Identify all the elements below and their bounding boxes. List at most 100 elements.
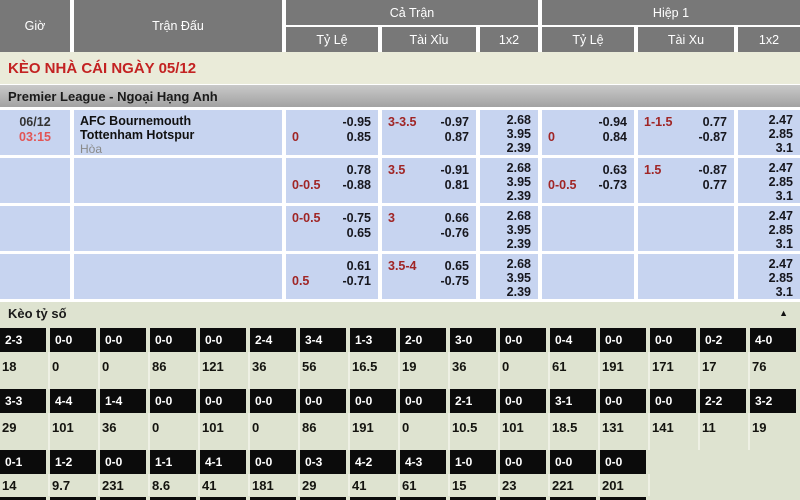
score-cell[interactable]: 4-2 bbox=[350, 450, 396, 474]
score-cell[interactable]: 0-0 bbox=[500, 450, 546, 474]
h1-handicap-odds[interactable] bbox=[542, 254, 634, 299]
score-cell[interactable]: 0-4 bbox=[550, 328, 596, 352]
score-cell[interactable]: 2-0 bbox=[400, 328, 446, 352]
score-odd[interactable]: 36 bbox=[450, 352, 500, 389]
score-odd[interactable]: 8.6 bbox=[150, 474, 200, 496]
score-cell[interactable]: 0-0 bbox=[200, 389, 246, 413]
score-odd[interactable]: 41 bbox=[350, 474, 400, 496]
score-odd[interactable]: 101 bbox=[500, 413, 550, 450]
score-odd[interactable]: 101 bbox=[200, 413, 250, 450]
h1-1x2-odds[interactable]: 2.472.853.1 bbox=[738, 206, 800, 251]
h1-overunder-odds[interactable] bbox=[638, 254, 734, 299]
h1-handicap-odds[interactable] bbox=[542, 206, 634, 251]
h1-handicap-odds[interactable]: -0.9400.84 bbox=[542, 110, 634, 155]
ft-1x2-odds[interactable]: 2.683.952.39 bbox=[480, 158, 538, 203]
score-cell[interactable]: 0-1 bbox=[0, 450, 46, 474]
score-odd[interactable]: 56 bbox=[300, 352, 350, 389]
h1-overunder-odds[interactable]: 1-1.50.77-0.87 bbox=[638, 110, 734, 155]
score-odd[interactable]: 9.7 bbox=[50, 474, 100, 496]
score-odd[interactable]: 221 bbox=[550, 474, 600, 496]
score-cell[interactable]: 0-0 bbox=[150, 328, 196, 352]
score-cell[interactable]: 2-1 bbox=[450, 389, 496, 413]
h1-overunder-odds[interactable] bbox=[638, 206, 734, 251]
score-cell[interactable]: 3-3 bbox=[0, 389, 46, 413]
score-odd[interactable]: 0 bbox=[150, 413, 200, 450]
collapse-arrow-icon[interactable]: ▲ bbox=[779, 308, 788, 318]
score-cell[interactable]: 0-0 bbox=[100, 328, 146, 352]
score-odd[interactable]: 15 bbox=[450, 474, 500, 496]
score-cell[interactable]: 0-0 bbox=[500, 389, 546, 413]
ft-overunder-odds[interactable]: 3.5-0.910.81 bbox=[382, 158, 476, 203]
score-odd[interactable]: 19 bbox=[750, 413, 800, 450]
score-cell[interactable]: 0-0 bbox=[600, 389, 646, 413]
ft-1x2-odds[interactable]: 2.683.952.39 bbox=[480, 110, 538, 155]
score-odd[interactable]: 76 bbox=[750, 352, 800, 389]
score-cell[interactable]: 2-4 bbox=[250, 328, 296, 352]
h1-overunder-odds[interactable]: 1.5-0.870.77 bbox=[638, 158, 734, 203]
score-odd[interactable]: 17 bbox=[700, 352, 750, 389]
score-cell[interactable]: 1-1 bbox=[150, 450, 196, 474]
score-odd[interactable]: 36 bbox=[250, 352, 300, 389]
score-cell[interactable]: 1-3 bbox=[350, 328, 396, 352]
score-cell[interactable]: 0-0 bbox=[600, 328, 646, 352]
score-odd[interactable]: 10.5 bbox=[450, 413, 500, 450]
score-cell[interactable]: 0-0 bbox=[150, 389, 196, 413]
score-cell[interactable]: 4-4 bbox=[50, 389, 96, 413]
score-odd[interactable]: 201 bbox=[600, 474, 650, 496]
score-cell[interactable]: 2-3 bbox=[0, 328, 46, 352]
score-cell[interactable]: 2-2 bbox=[700, 389, 746, 413]
score-odd[interactable]: 231 bbox=[100, 474, 150, 496]
ft-overunder-odds[interactable]: 3.5-40.65-0.75 bbox=[382, 254, 476, 299]
score-odd[interactable]: 86 bbox=[150, 352, 200, 389]
score-odd[interactable]: 61 bbox=[400, 474, 450, 496]
score-odd[interactable]: 36 bbox=[100, 413, 150, 450]
score-odd[interactable]: 18.5 bbox=[550, 413, 600, 450]
ft-handicap-odds[interactable]: 0.780-0.5-0.88 bbox=[286, 158, 378, 203]
score-cell[interactable]: 0-0 bbox=[600, 450, 646, 474]
score-odd[interactable]: 0 bbox=[100, 352, 150, 389]
score-odd[interactable]: 86 bbox=[300, 413, 350, 450]
score-cell[interactable]: 0-0 bbox=[100, 450, 146, 474]
score-odd[interactable]: 29 bbox=[0, 413, 50, 450]
score-odd[interactable]: 0 bbox=[500, 352, 550, 389]
score-cell[interactable]: 1-0 bbox=[450, 450, 496, 474]
score-cell[interactable]: 1-4 bbox=[100, 389, 146, 413]
score-cell[interactable]: 4-3 bbox=[400, 450, 446, 474]
score-odd[interactable]: 131 bbox=[600, 413, 650, 450]
score-odd[interactable]: 11 bbox=[700, 413, 750, 450]
ft-1x2-odds[interactable]: 2.683.952.39 bbox=[480, 206, 538, 251]
ft-handicap-odds[interactable]: -0.9500.85 bbox=[286, 110, 378, 155]
score-cell[interactable]: 0-0 bbox=[400, 389, 446, 413]
score-odd[interactable]: 121 bbox=[200, 352, 250, 389]
score-odd[interactable]: 101 bbox=[50, 413, 100, 450]
score-cell[interactable]: 0-0 bbox=[250, 450, 296, 474]
score-odd[interactable]: 29 bbox=[300, 474, 350, 496]
ft-overunder-odds[interactable]: 30.66-0.76 bbox=[382, 206, 476, 251]
score-odd[interactable]: 191 bbox=[350, 413, 400, 450]
score-odd[interactable]: 0 bbox=[50, 352, 100, 389]
score-odd[interactable]: 181 bbox=[250, 474, 300, 496]
score-odd[interactable]: 0 bbox=[400, 413, 450, 450]
ft-overunder-odds[interactable]: 3-3.5-0.970.87 bbox=[382, 110, 476, 155]
score-cell[interactable]: 4-0 bbox=[750, 328, 796, 352]
score-cell[interactable]: 0-0 bbox=[650, 389, 696, 413]
score-odd[interactable]: 0 bbox=[250, 413, 300, 450]
score-cell[interactable]: 1-2 bbox=[50, 450, 96, 474]
score-section-header[interactable]: Kèo tỷ số ▲ bbox=[0, 302, 800, 324]
score-cell[interactable]: 0-0 bbox=[550, 450, 596, 474]
score-cell[interactable]: 0-0 bbox=[200, 328, 246, 352]
score-cell[interactable]: 0-0 bbox=[350, 389, 396, 413]
ft-handicap-odds[interactable]: 0.610.5-0.71 bbox=[286, 254, 378, 299]
score-cell[interactable]: 0-0 bbox=[250, 389, 296, 413]
score-odd[interactable]: 14 bbox=[0, 474, 50, 496]
ft-handicap-odds[interactable]: 0-0.5-0.750.65 bbox=[286, 206, 378, 251]
score-cell[interactable]: 3-4 bbox=[300, 328, 346, 352]
score-odd[interactable]: 19 bbox=[400, 352, 450, 389]
score-odd[interactable]: 171 bbox=[650, 352, 700, 389]
score-odd[interactable]: 16.5 bbox=[350, 352, 400, 389]
h1-1x2-odds[interactable]: 2.472.853.1 bbox=[738, 254, 800, 299]
score-odd[interactable]: 191 bbox=[600, 352, 650, 389]
score-cell[interactable]: 0-0 bbox=[300, 389, 346, 413]
score-odd[interactable]: 41 bbox=[200, 474, 250, 496]
ft-1x2-odds[interactable]: 2.683.952.39 bbox=[480, 254, 538, 299]
